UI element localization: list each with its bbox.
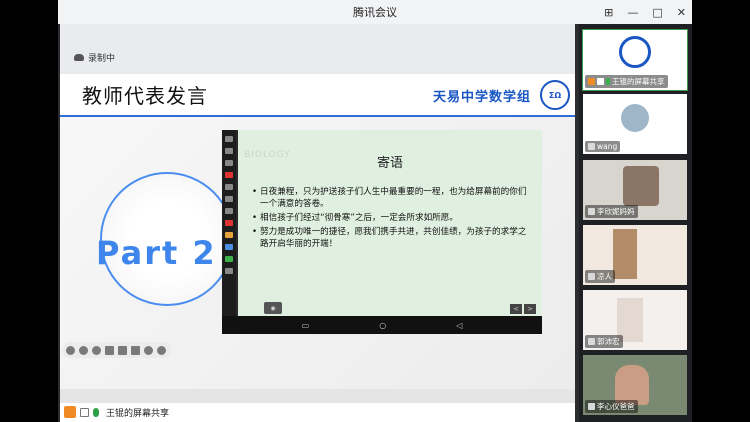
avatar — [621, 104, 649, 132]
participant-label: 郭沛宏 — [585, 335, 623, 348]
embedded-slide: BIOLOGY 寄语 日夜兼程，只为护送孩子们人生中最重要的一程，也为给屏幕前的… — [238, 130, 542, 316]
pointer-tool-icon[interactable] — [225, 160, 233, 166]
prev-slide-button[interactable]: < — [510, 304, 522, 314]
participant-tile[interactable]: 王锟的屏幕共享 — [582, 29, 688, 91]
participant-label: 凉人 — [585, 270, 615, 283]
bullet-item: 努力是成功唯一的捷径，愿我们携手共进，共创佳绩，为孩子的求学之路开启华丽的开端！ — [252, 226, 534, 250]
screenshot-icon[interactable] — [105, 345, 114, 355]
window-controls: ⊞ — □ ✕ — [604, 0, 686, 24]
whiteboard-toolbar — [222, 130, 236, 316]
part-label: Part 2 — [96, 234, 217, 272]
android-nav-bar: ▭ ○ ◁ — [222, 316, 542, 334]
participant-name: 凉人 — [597, 272, 612, 281]
comment-icon[interactable] — [118, 345, 127, 355]
meeting-app: 腾讯会议 ⊞ — □ ✕ 录制中 教师代表发言 天易中学数学组 ΣΩ Part … — [58, 0, 692, 422]
clear-tool-icon[interactable] — [225, 220, 233, 226]
pen-icon[interactable] — [92, 345, 101, 355]
video-feed — [613, 229, 637, 279]
pen-tool-icon[interactable] — [225, 172, 233, 178]
school-logo-icon — [619, 36, 651, 68]
user-share-icon — [64, 406, 76, 418]
close-button[interactable]: ✕ — [677, 6, 686, 19]
camera-tool-icon[interactable] — [225, 136, 233, 142]
collapse-icon[interactable] — [157, 345, 166, 355]
screen-icon — [80, 407, 89, 417]
participant-name: wang — [597, 142, 618, 151]
camera-off-icon — [588, 338, 595, 345]
bottom-strip — [60, 389, 575, 403]
cloud-record-icon — [74, 54, 84, 61]
participant-tile[interactable]: 李欣妮妈妈 — [583, 160, 687, 220]
participant-name: 李欣妮妈妈 — [597, 207, 635, 216]
participant-sidebar: 王锟的屏幕共享 wang 李欣妮妈妈 凉人 郭沛宏 李心仪爸爸 — [579, 24, 692, 422]
participant-label: wang — [585, 141, 621, 152]
school-seal-icon: ΣΩ — [540, 80, 570, 110]
pointer-icon[interactable] — [79, 345, 88, 355]
bullet-item: 日夜兼程，只为护送孩子们人生中最重要的一程，也为给屏幕前的你们一个满意的答卷。 — [252, 186, 534, 210]
user-icon — [588, 78, 595, 85]
screen-share-icon — [597, 78, 604, 85]
microphone-icon — [606, 78, 610, 85]
slide-nav: < > — [510, 304, 536, 314]
microphone-icon[interactable] — [93, 407, 99, 417]
settings-icon[interactable] — [144, 345, 153, 355]
school-logo-text: 天易中学数学组 — [433, 90, 532, 105]
participant-label: 王锟的屏幕共享 — [585, 75, 668, 88]
participant-name: 李心仪爸爸 — [597, 402, 635, 411]
green-tool-icon[interactable] — [225, 256, 233, 262]
layout-button[interactable]: ⊞ — [604, 6, 613, 19]
recent-apps-icon[interactable]: ▭ — [302, 321, 310, 330]
participant-tile[interactable]: wang — [583, 94, 687, 154]
participant-name: 郭沛宏 — [597, 337, 620, 346]
slide-title: 教师代表发言 — [82, 84, 208, 108]
camera-off-icon — [588, 273, 595, 280]
video-feed — [623, 166, 659, 206]
eraser-tool-icon[interactable] — [225, 184, 233, 190]
share-status-label: 王锟的屏幕共享 — [103, 405, 173, 419]
embedded-screen: BIOLOGY 寄语 日夜兼程，只为护送孩子们人生中最重要的一程，也为给屏幕前的… — [222, 130, 542, 334]
minimize-button[interactable]: — — [627, 6, 638, 19]
folder-tool-icon[interactable] — [225, 232, 233, 238]
recording-indicator[interactable]: 录制中 — [74, 51, 115, 64]
back-icon[interactable]: ◁ — [456, 321, 462, 330]
select-tool-icon[interactable] — [225, 148, 233, 154]
recording-label: 录制中 — [88, 54, 116, 64]
participant-label: 李欣妮妈妈 — [585, 205, 638, 218]
share-status-bar: 王锟的屏幕共享 — [64, 404, 173, 420]
share-top-bar — [60, 24, 575, 74]
camera-off-icon — [588, 143, 595, 150]
close-annotation-icon[interactable] — [66, 345, 75, 355]
participant-tile[interactable]: 郭沛宏 — [583, 290, 687, 350]
window-title: 腾讯会议 — [353, 6, 397, 19]
screen-share-view: 录制中 教师代表发言 天易中学数学组 ΣΩ Part 2 BIOLOGY 寄语 … — [60, 24, 575, 422]
participant-tile[interactable]: 凉人 — [583, 225, 687, 285]
participant-label: 李心仪爸爸 — [585, 400, 638, 413]
home-icon[interactable]: ○ — [379, 321, 386, 330]
embedded-slide-title: 寄语 — [376, 156, 403, 171]
shape-tool-icon[interactable] — [225, 196, 233, 202]
camera-off-icon — [588, 208, 595, 215]
camera-button[interactable]: ◉ — [264, 302, 282, 314]
bullet-item: 相信孩子们经过“彻骨寒”之后，一定会所求如所愿。 — [252, 212, 534, 224]
app-tool-icon[interactable] — [225, 244, 233, 250]
chat-icon[interactable] — [131, 345, 140, 355]
title-bar: 腾讯会议 ⊞ — □ ✕ — [58, 0, 692, 24]
next-slide-button[interactable]: > — [524, 304, 536, 314]
video-feed — [615, 365, 649, 405]
text-tool-icon[interactable] — [225, 208, 233, 214]
camera-off-icon — [588, 403, 595, 410]
maximize-button[interactable]: □ — [652, 6, 662, 19]
participant-name: 王锟的屏幕共享 — [612, 77, 665, 86]
participant-tile[interactable]: 李心仪爸爸 — [583, 355, 687, 415]
more-tool-icon[interactable] — [225, 268, 233, 274]
bullet-list: 日夜兼程，只为护送孩子们人生中最重要的一程，也为给屏幕前的你们一个满意的答卷。 … — [252, 186, 534, 252]
annotation-toolbar — [62, 342, 172, 358]
